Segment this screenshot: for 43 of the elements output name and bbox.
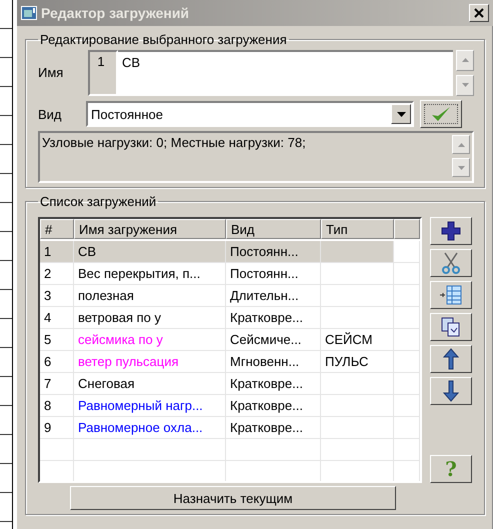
table-cell: Кратковре... — [226, 395, 321, 417]
table-cell: 4 — [40, 307, 74, 329]
column-header[interactable]: Тип — [321, 219, 394, 239]
column-header[interactable]: Имя загружения — [74, 219, 226, 239]
table-cell: Вес перекрытия, п... — [74, 263, 226, 285]
table-cell: Снеговая — [74, 373, 226, 395]
table-cell: ветровая по у — [74, 307, 226, 329]
table-cell: СВ — [74, 241, 226, 263]
group-title: Редактирование выбранного загружения — [39, 32, 288, 47]
table-cell: Сейсмиче... — [226, 329, 321, 351]
table-cell: Равномерное охла... — [74, 417, 226, 439]
table-cell: сейсмика по у — [74, 329, 226, 351]
table-cell: 8 — [40, 395, 74, 417]
table-cell: Равномерный нагр... — [74, 395, 226, 417]
window-title: Редактор загружений — [41, 5, 190, 21]
table-cell: ПУЛЬС — [321, 351, 394, 373]
name-label: Имя — [38, 65, 64, 80]
table-cell: 3 — [40, 285, 74, 307]
name-field[interactable]: СВ — [118, 50, 453, 96]
table-cell: Мгновенн... — [226, 351, 321, 373]
table-cell: Постоянн... — [226, 263, 321, 285]
table-cell: 5 — [40, 329, 74, 351]
table-cell: Постоянн... — [226, 241, 321, 263]
kind-dropdown[interactable]: Постоянное — [86, 101, 414, 127]
table-cell: Кратковре... — [226, 417, 321, 439]
table-cell: ветер пульсация — [74, 351, 226, 373]
table-cell: Длительн... — [226, 285, 321, 307]
table-cell: СЕЙСМ — [321, 329, 394, 351]
table-cell: 1 — [40, 241, 74, 263]
load-number: 1 — [88, 50, 118, 96]
assign-current-button[interactable]: Назначить текущим — [70, 486, 396, 510]
table-cell: Кратковре... — [226, 373, 321, 395]
table-cell: Кратковре... — [226, 307, 321, 329]
info-text: Узловые нагрузки: 0; Местные нагрузки: 78; — [42, 135, 307, 152]
table-cell: 6 — [40, 351, 74, 373]
column-header[interactable]: Вид — [226, 219, 321, 239]
table-cell: полезная — [74, 285, 226, 307]
table-cell: 9 — [40, 417, 74, 439]
table-cell: 7 — [40, 373, 74, 395]
table-cell: 2 — [40, 263, 74, 285]
kind-label: Вид — [38, 106, 63, 122]
group-title: Список загружений — [39, 194, 158, 209]
column-header[interactable]: # — [40, 219, 74, 239]
